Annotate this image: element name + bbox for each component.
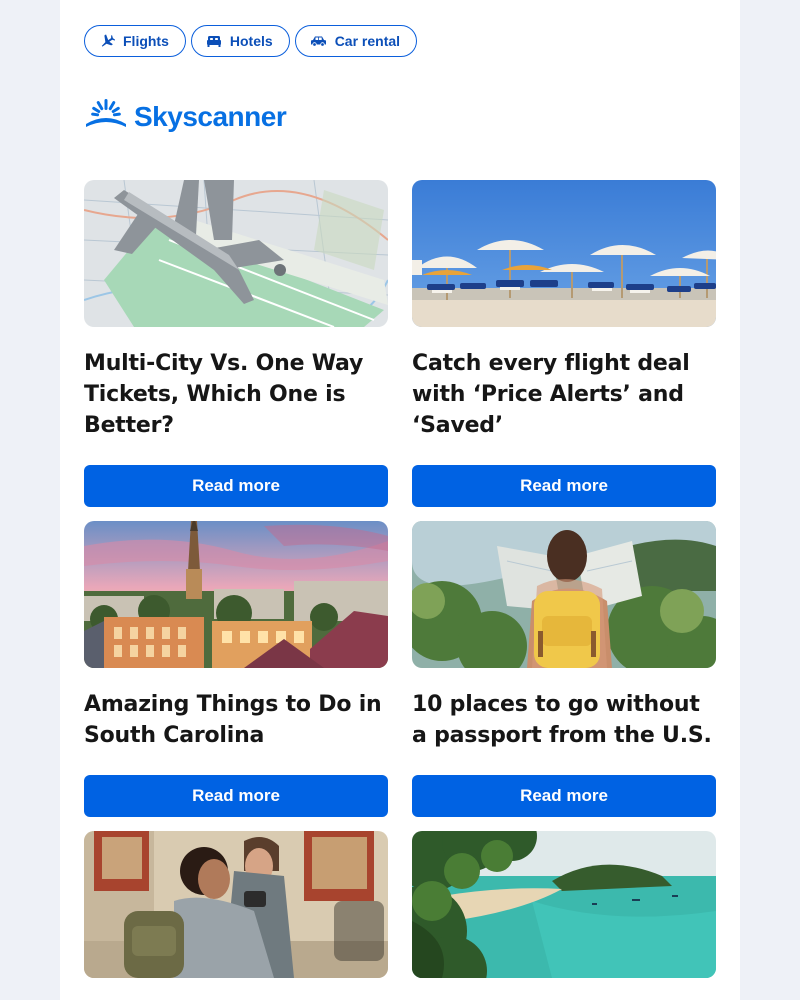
brand-name: Skyscanner: [134, 100, 287, 132]
skyscanner-logo[interactable]: Skyscanner: [84, 98, 287, 135]
hotels-label: Hotels: [229, 33, 273, 49]
charleston-skyline-image[interactable]: [84, 521, 388, 668]
read-more-button[interactable]: Read more: [84, 775, 388, 817]
airplane-map-image[interactable]: [84, 180, 388, 327]
airplane-icon: [99, 34, 115, 48]
article-title: 10 places to go without a passport from …: [412, 692, 712, 748]
flights-label: Flights: [123, 33, 169, 49]
bed-icon: [206, 34, 222, 48]
read-more-button[interactable]: Read more: [412, 775, 716, 817]
car-icon: [310, 35, 327, 47]
beach-umbrellas-image[interactable]: [412, 180, 716, 327]
flights-pill[interactable]: Flights: [84, 25, 186, 57]
car-rental-pill[interactable]: Car rental: [294, 25, 418, 57]
article-card-no-passport: 10 places to go without a passport from …: [412, 521, 716, 817]
sunrise-logo-icon: [84, 98, 128, 135]
email-body: Flights Hotels Car rental Skyscanner Mul…: [60, 0, 740, 1000]
article-card-travelers: [84, 831, 388, 978]
car-rental-label: Car rental: [334, 33, 401, 49]
tropical-bay-image[interactable]: [412, 831, 716, 978]
article-title: Catch every flight deal with ‘Price Aler…: [412, 351, 690, 438]
read-more-button[interactable]: Read more: [84, 465, 388, 507]
article-card-multi-city: Multi-City Vs. One Way Tickets, Which On…: [84, 180, 388, 507]
article-card-tropical-bay: [412, 831, 716, 978]
hotels-pill[interactable]: Hotels: [190, 25, 290, 57]
traveler-map-image[interactable]: [412, 521, 716, 668]
article-card-price-alerts: Catch every flight deal with ‘Price Aler…: [412, 180, 716, 507]
article-card-south-carolina: Amazing Things to Do in South Carolina R…: [84, 521, 388, 817]
category-nav: Flights Hotels Car rental: [84, 25, 418, 57]
article-title: Amazing Things to Do in South Carolina: [84, 692, 382, 748]
article-title: Multi-City Vs. One Way Tickets, Which On…: [84, 351, 364, 438]
read-more-button[interactable]: Read more: [412, 465, 716, 507]
backpack-travelers-image[interactable]: [84, 831, 388, 978]
